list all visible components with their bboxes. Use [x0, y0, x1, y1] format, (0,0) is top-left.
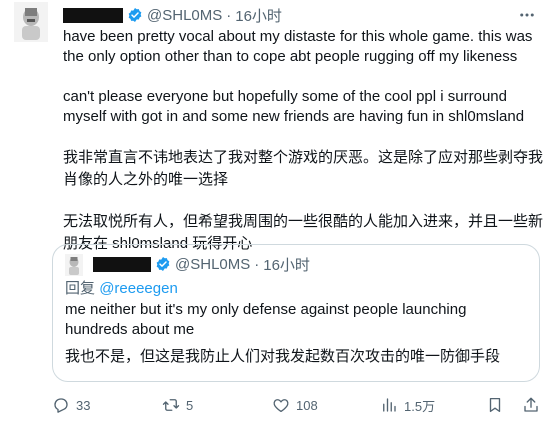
verified-badge-icon — [156, 257, 170, 271]
heart-icon — [273, 399, 289, 413]
reply-to-line: 回复 @reeeegen — [65, 277, 178, 298]
share-button[interactable] — [522, 394, 546, 416]
reply-icon — [54, 398, 68, 413]
repost-count: 5 — [186, 397, 194, 413]
verified-badge-icon — [128, 8, 142, 22]
bookmark-button[interactable] — [486, 394, 510, 416]
redacted-display-name — [93, 256, 151, 272]
author-handle[interactable]: @SHL0MS — [147, 7, 222, 24]
analytics-icon — [383, 398, 396, 412]
separator-dot: · — [254, 255, 260, 273]
redacted-display-name — [63, 7, 123, 23]
avatar[interactable] — [14, 2, 48, 42]
quote-header: @SHL0MS · 16小时 — [93, 254, 310, 274]
quote-translation: 我也不是，但这是我防止人们对我发起数百次攻击的唯一防御手段 — [65, 348, 501, 365]
like-button[interactable]: 108 — [272, 394, 318, 416]
share-icon — [524, 397, 538, 412]
quote-author-handle[interactable]: @SHL0MS — [175, 256, 250, 273]
quote-avatar — [65, 254, 83, 276]
tweet-paragraph: can't please everyone but hopefully some… — [63, 88, 525, 125]
quote-time[interactable]: 16小时 — [263, 254, 310, 275]
views-button[interactable]: 1.5万 — [380, 394, 435, 416]
tweet-header: @SHL0MS · 16小时 — [63, 5, 282, 25]
repost-button[interactable]: 5 — [162, 394, 193, 416]
more-options-icon[interactable] — [518, 6, 536, 24]
post-time[interactable]: 16小时 — [235, 5, 282, 26]
reply-mention[interactable]: @reeeegen — [99, 280, 178, 297]
view-count: 1.5万 — [404, 398, 436, 414]
separator-dot: · — [226, 6, 232, 24]
tweet-paragraph-translation: 我非常直言不讳地表达了我对整个游戏的厌恶。这是除了应对那些剥夺我肖像的人之外的唯… — [63, 149, 544, 188]
action-bar: 33 5 108 1.5万 — [52, 394, 540, 416]
reply-button[interactable]: 33 — [52, 394, 90, 416]
quote-text: me neither but it's my only defense agai… — [65, 301, 467, 338]
tweet-text: have been pretty vocal about my distaste… — [63, 27, 543, 275]
reply-count: 33 — [76, 397, 91, 413]
repost-icon — [162, 399, 180, 411]
tweet-paragraph: have been pretty vocal about my distaste… — [63, 28, 533, 65]
bookmark-icon — [489, 397, 501, 413]
reply-prefix: 回复 — [65, 280, 96, 297]
like-count: 108 — [296, 397, 318, 413]
quoted-tweet[interactable]: @SHL0MS · 16小时 回复 @reeeegen me neither b… — [52, 244, 540, 382]
